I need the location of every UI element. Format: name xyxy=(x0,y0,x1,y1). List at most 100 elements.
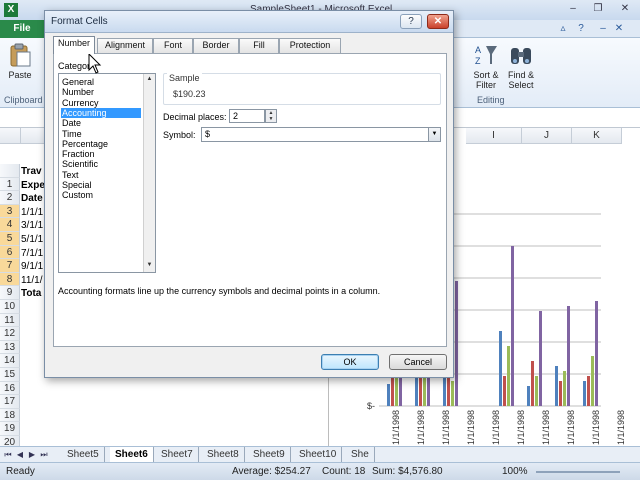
category-item[interactable]: Special xyxy=(61,180,141,190)
workbook-close-icon[interactable]: ✕ xyxy=(612,22,626,36)
scroll-up-icon[interactable]: ▲ xyxy=(144,74,155,85)
sheet-tab[interactable]: Sheet5 xyxy=(62,447,105,462)
category-item[interactable]: Currency xyxy=(61,98,141,108)
tab-border[interactable]: Border xyxy=(193,38,239,53)
tab-font[interactable]: Font xyxy=(153,38,193,53)
decimal-places-input[interactable]: 2 xyxy=(229,109,265,123)
row-header[interactable]: 2 xyxy=(0,191,20,205)
zoom-level[interactable]: 100% xyxy=(502,466,528,477)
last-sheet-icon[interactable]: ⏭ xyxy=(38,448,50,461)
category-item[interactable]: Number xyxy=(61,87,141,97)
restore-icon[interactable]: ❐ xyxy=(585,1,611,17)
decimal-places-stepper[interactable]: ▲ ▼ xyxy=(265,109,277,123)
tab-protection[interactable]: Protection xyxy=(279,38,341,53)
tab-fill[interactable]: Fill xyxy=(239,38,279,53)
tab-alignment[interactable]: Alignment xyxy=(97,38,153,53)
chart-bar[interactable] xyxy=(455,281,458,406)
row-header[interactable]: 16 xyxy=(0,381,20,396)
zoom-slider[interactable] xyxy=(536,471,620,473)
row-header[interactable]: 13 xyxy=(0,340,20,355)
cell-a[interactable] xyxy=(21,437,49,446)
excel-icon[interactable]: X xyxy=(4,3,18,17)
chart-bar[interactable] xyxy=(531,361,534,406)
row-header[interactable]: 17 xyxy=(0,395,20,409)
chart-bar[interactable] xyxy=(595,301,598,406)
next-sheet-icon[interactable]: ▶ xyxy=(26,448,38,461)
row-header[interactable]: 14 xyxy=(0,354,20,368)
row-header[interactable]: 15 xyxy=(0,368,20,382)
decrement-icon[interactable]: ▼ xyxy=(266,116,276,122)
sheet-tab[interactable]: Sheet10 xyxy=(294,447,343,462)
category-item[interactable]: Date xyxy=(61,118,141,128)
category-listbox[interactable]: General Number Currency Accounting Date Time P… xyxy=(58,73,156,273)
row-header[interactable]: 5 xyxy=(0,232,20,246)
dialog-title-bar[interactable]: Format Cells ? ✕ xyxy=(45,11,453,33)
column-header-k[interactable]: K xyxy=(572,128,622,144)
row-header[interactable]: 1 xyxy=(0,177,20,192)
select-all-corner[interactable] xyxy=(0,128,21,144)
row-header[interactable]: 20 xyxy=(0,436,20,446)
chart-bar[interactable] xyxy=(499,331,502,406)
symbol-dropdown[interactable]: $ ▼ xyxy=(201,127,441,142)
chart-bar[interactable] xyxy=(587,376,590,406)
chart-bar[interactable] xyxy=(387,384,390,406)
chart-bar[interactable] xyxy=(447,376,450,406)
chevron-down-icon[interactable]: ▼ xyxy=(428,128,440,141)
chart-bar[interactable] xyxy=(555,366,558,406)
row-header[interactable]: 9 xyxy=(0,286,20,300)
chart-bar[interactable] xyxy=(415,376,418,406)
sheet-tab[interactable]: Sheet9 xyxy=(248,447,291,462)
chart-bar[interactable] xyxy=(591,356,594,406)
category-item[interactable]: Fraction xyxy=(61,149,141,159)
row-header[interactable]: 12 xyxy=(0,327,20,341)
file-tab[interactable]: File xyxy=(0,20,44,38)
category-scrollbar[interactable]: ▲ ▼ xyxy=(143,74,155,272)
row-header[interactable]: 19 xyxy=(0,422,20,436)
column-header-j[interactable]: J xyxy=(522,128,572,144)
sheet-tab[interactable]: Sheet6 xyxy=(110,447,154,462)
row-header[interactable]: 7 xyxy=(0,259,20,273)
chart-bar[interactable] xyxy=(511,246,514,406)
tab-number[interactable]: Number xyxy=(53,36,95,54)
sheet-tab[interactable]: She xyxy=(346,447,375,462)
help-icon[interactable]: ? xyxy=(574,22,588,36)
workbook-minimize-icon[interactable]: – xyxy=(596,22,610,36)
cell-a[interactable] xyxy=(21,383,49,397)
category-item[interactable]: Custom xyxy=(61,190,141,200)
row-header[interactable]: 8 xyxy=(0,272,20,287)
chart-bar[interactable] xyxy=(535,376,538,406)
dialog-close-icon[interactable]: ✕ xyxy=(427,14,449,29)
chart-bar[interactable] xyxy=(451,381,454,406)
find-select-button[interactable]: Find & Select xyxy=(504,42,538,90)
category-item[interactable]: Percentage xyxy=(61,139,141,149)
close-icon[interactable]: ✕ xyxy=(612,1,638,17)
chart-bar[interactable] xyxy=(539,311,542,406)
sheet-tab[interactable]: Sheet7 xyxy=(156,447,199,462)
row-header[interactable] xyxy=(0,164,20,178)
cell-a[interactable] xyxy=(21,396,49,410)
row-header[interactable]: 10 xyxy=(0,300,20,314)
category-item[interactable]: Text xyxy=(61,170,141,180)
cell-a[interactable] xyxy=(21,423,49,437)
chart-bar[interactable] xyxy=(503,376,506,406)
row-header[interactable]: 18 xyxy=(0,408,20,423)
cancel-button[interactable]: Cancel xyxy=(389,354,447,370)
category-item[interactable]: Scientific xyxy=(61,159,141,169)
chart-bar[interactable] xyxy=(559,381,562,406)
sort-filter-button[interactable]: A Z Sort & Filter xyxy=(470,42,502,90)
ok-button[interactable]: OK xyxy=(321,354,379,370)
row-header[interactable]: 6 xyxy=(0,245,20,260)
row-header[interactable]: 4 xyxy=(0,218,20,232)
chart-bar[interactable] xyxy=(527,386,530,406)
chart-bar[interactable] xyxy=(563,371,566,406)
minimize-icon[interactable]: – xyxy=(560,1,586,17)
category-item[interactable]: General xyxy=(61,77,141,87)
scroll-down-icon[interactable]: ▼ xyxy=(144,260,155,271)
chart-bar[interactable] xyxy=(507,346,510,406)
row-header[interactable]: 11 xyxy=(0,313,20,328)
category-item[interactable]: Accounting xyxy=(61,107,141,118)
dialog-help-icon[interactable]: ? xyxy=(400,14,422,29)
chart-bar[interactable] xyxy=(583,381,586,406)
column-header-i[interactable]: I xyxy=(466,128,522,144)
paste-button[interactable]: Paste xyxy=(4,42,36,80)
